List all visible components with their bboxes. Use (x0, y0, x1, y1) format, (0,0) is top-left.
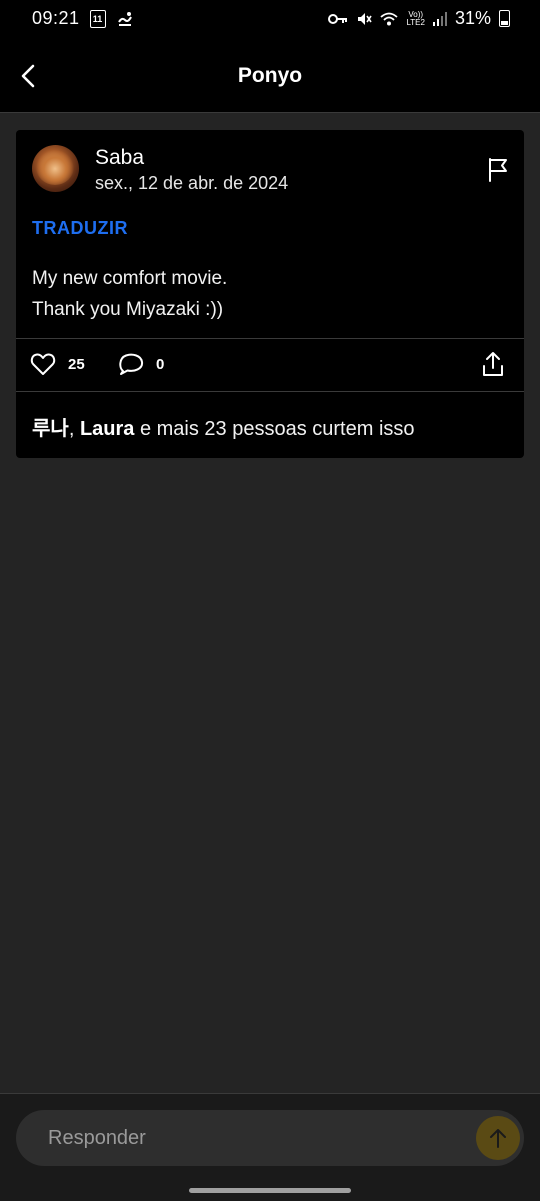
post-text-line: Thank you Miyazaki :)) (32, 299, 224, 320)
likes-summary[interactable]: 루나, Laura e mais 23 pessoas curtem isso (32, 412, 415, 441)
like-button[interactable] (30, 352, 56, 376)
send-button[interactable] (476, 1116, 520, 1160)
status-time: 09:21 (32, 8, 80, 28)
post-actions: 25 0 (16, 339, 524, 391)
page-title: Ponyo (237, 64, 303, 87)
home-indicator[interactable] (189, 1188, 351, 1193)
reply-bar (0, 1093, 540, 1201)
top-app-bar: Ponyo (0, 40, 540, 113)
reply-input[interactable] (16, 1110, 524, 1166)
lte-label: LTE2 (406, 17, 425, 27)
liker-name: Laura (79, 418, 135, 440)
wifi-icon (380, 12, 399, 25)
post-author[interactable]: Saba (95, 146, 144, 170)
comment-count: 0 (156, 356, 165, 373)
avatar-image (36, 149, 74, 185)
post-text-line: My new comfort movie. (32, 268, 228, 289)
app-notification-icon (117, 11, 132, 26)
liker-name: 루나 (32, 418, 69, 440)
likers-separator: , (68, 418, 80, 440)
share-icon (483, 352, 503, 376)
avatar[interactable] (32, 145, 79, 192)
like-count: 25 (68, 356, 85, 373)
mute-icon (358, 12, 373, 25)
battery-percent: 31% (454, 8, 491, 28)
translate-button[interactable]: TRADUZIR (32, 218, 128, 239)
post-body: My new comfort movie. Thank you Miyazaki… (32, 263, 227, 325)
vpn-key-icon (328, 13, 348, 24)
battery-icon (499, 10, 510, 27)
post-card: Saba sex., 12 de abr. de 2024 TRADUZIR M… (16, 130, 524, 458)
comment-icon (119, 353, 144, 375)
comment-button[interactable] (118, 352, 144, 376)
lte-indicator: Vo)) LTE2 (406, 10, 425, 27)
arrow-up-icon (490, 1129, 506, 1148)
heart-icon (30, 353, 56, 375)
calendar-icon: 11 (89, 9, 106, 28)
status-bar: 09:21 11 Vo)) LTE2 31% (0, 0, 540, 40)
report-button[interactable] (486, 156, 510, 182)
share-button[interactable] (480, 350, 506, 378)
post-date: sex., 12 de abr. de 2024 (95, 173, 289, 193)
signal-icon (432, 11, 447, 26)
likers-rest: e mais 23 pessoas curtem isso (134, 418, 415, 440)
divider (16, 391, 524, 392)
flag-icon (489, 158, 507, 182)
